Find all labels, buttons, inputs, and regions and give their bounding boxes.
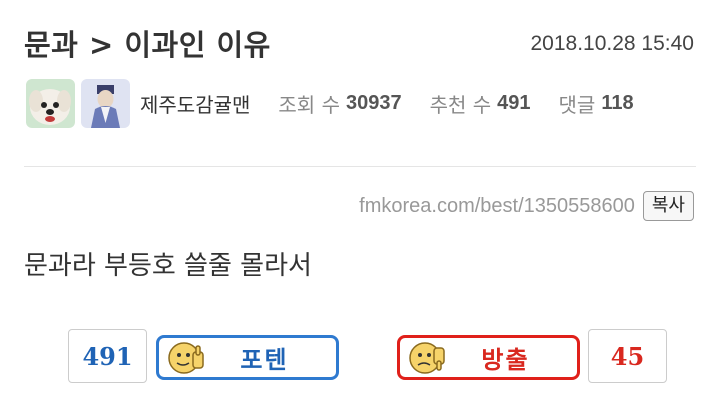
recommend-label: 추천 수 <box>429 92 492 117</box>
upvote-count: 491 <box>68 329 147 383</box>
comments-count[interactable]: 118 <box>601 92 633 115</box>
post-date: 2018.10.28 15:40 <box>530 32 695 55</box>
downvote-count: 45 <box>588 329 667 383</box>
views-count: 30937 <box>345 91 402 114</box>
thumbs-down-face-icon <box>409 341 445 374</box>
downvote-button[interactable]: 방출 <box>397 335 580 380</box>
post-meta: 제주도감귤맨 조회 수 30937 추천 수 491 댓글 118 <box>26 78 662 128</box>
upvote-button[interactable]: 포텐 <box>156 335 339 380</box>
downvote-label: 방출 <box>481 346 530 374</box>
copy-button[interactable]: 복사 <box>642 191 694 221</box>
post-title: 문과 > 이과인 이유 <box>24 28 271 62</box>
comments-label: 댓글 <box>558 92 596 117</box>
post-link-row: fmkorea.com/best/1350558600 복사 <box>359 191 694 221</box>
upvote-label: 포텐 <box>240 346 289 374</box>
level-badge-icon <box>81 78 130 128</box>
user-avatar[interactable] <box>26 78 75 128</box>
divider <box>24 166 696 167</box>
author-name[interactable]: 제주도감귤맨 <box>140 89 250 118</box>
thumbs-up-face-icon <box>168 341 204 374</box>
views-label: 조회 수 <box>278 92 340 117</box>
post-url[interactable]: fmkorea.com/best/1350558600 <box>359 195 635 218</box>
post-body: 문과라 부등호 쓸줄 몰라서 <box>24 251 312 281</box>
recommend-count: 491 <box>497 91 531 114</box>
